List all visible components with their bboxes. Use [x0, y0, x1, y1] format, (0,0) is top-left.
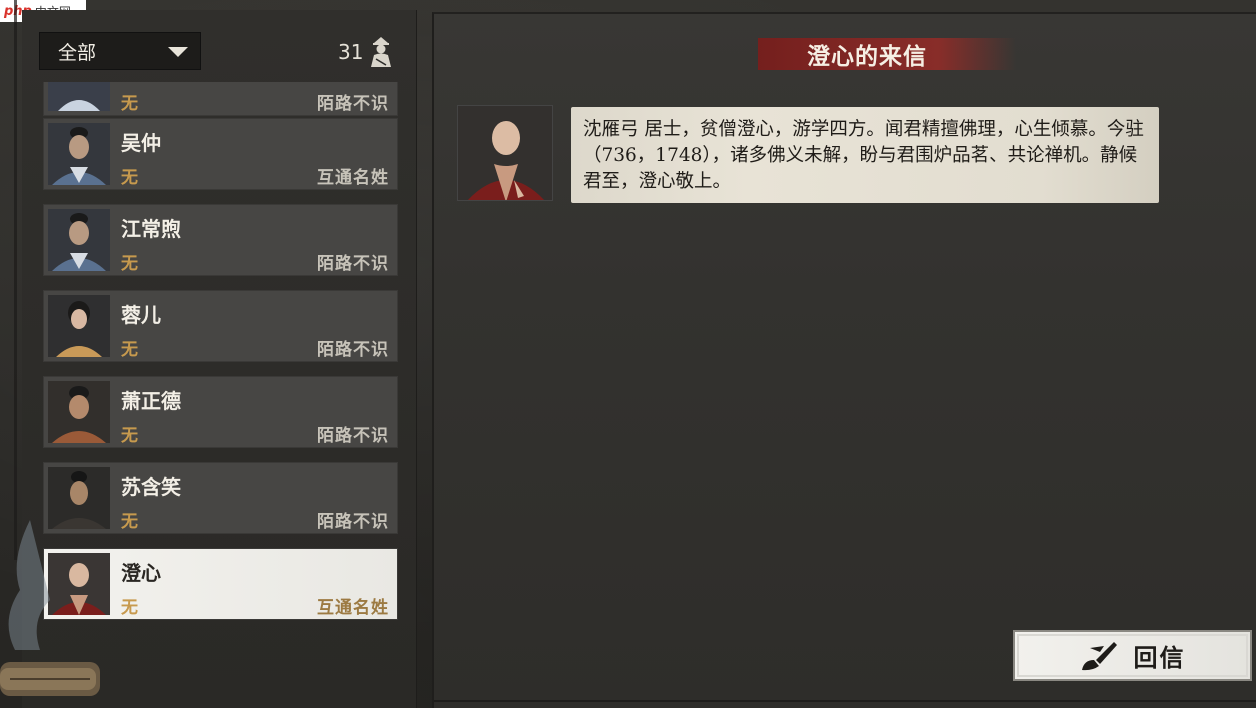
chevron-down-icon [168, 47, 188, 57]
contact-list[interactable]: 无 陌路不识 吴仲 无 互通名姓 江常煦 无 陌路不识 蓉儿 无 陌路不识 萧正… [43, 82, 398, 632]
contact-relation: 陌路不识 [317, 512, 389, 532]
filter-selected-label: 全部 [58, 41, 97, 64]
contact-item[interactable]: 萧正德 无 陌路不识 [43, 376, 398, 448]
contact-name: 苏含笑 [121, 475, 181, 499]
sender-avatar [457, 105, 553, 201]
contact-name: 澄心 [121, 561, 161, 585]
reply-button[interactable]: 回信 [1013, 630, 1252, 681]
contact-sect: 无 [121, 168, 138, 188]
contact-sect: 无 [121, 598, 138, 618]
contact-sect: 无 [121, 426, 138, 446]
contact-sect: 无 [121, 340, 138, 360]
contact-name: 萧正德 [121, 389, 181, 413]
contact-name: 江常煦 [121, 217, 181, 241]
contact-relation: 陌路不识 [317, 340, 389, 360]
left-edge-divider [14, 0, 17, 560]
friend-count: 31 [338, 40, 364, 64]
contact-relation: 陌路不识 [317, 94, 389, 114]
filter-dropdown[interactable]: 全部 [39, 32, 201, 70]
letter-text: 沈雁弓 居士，贫僧澄心，游学四方。闻君精擅佛理，心生倾慕。今驻（736，1748… [583, 119, 1144, 192]
letter-body: 沈雁弓 居士，贫僧澄心，游学四方。闻君精擅佛理，心生倾慕。今驻（736，1748… [571, 107, 1159, 203]
scroll-decoration [0, 662, 100, 696]
contact-avatar [48, 209, 110, 271]
contact-avatar [48, 295, 110, 357]
person-icon [371, 37, 391, 67]
panel-bottom-border [434, 700, 1256, 702]
contact-avatar [48, 82, 110, 111]
brush-icon [1081, 641, 1117, 670]
contact-item[interactable]: 蓉儿 无 陌路不识 [43, 290, 398, 362]
contact-relation: 陌路不识 [317, 426, 389, 446]
contact-relation: 陌路不识 [317, 254, 389, 274]
contact-name: 吴仲 [121, 131, 161, 155]
letter-title: 澄心的来信 [807, 43, 927, 70]
reply-button-label: 回信 [1133, 643, 1186, 672]
letter-title-banner: 澄心的来信 [758, 38, 1016, 70]
contact-relation: 互通名姓 [317, 168, 389, 188]
contact-item[interactable]: 无 陌路不识 [43, 82, 398, 116]
contact-relation: 互通名姓 [317, 598, 389, 618]
contact-item[interactable]: 苏含笑 无 陌路不识 [43, 462, 398, 534]
contact-avatar [48, 381, 110, 443]
contact-sect: 无 [121, 512, 138, 532]
contact-sect: 无 [121, 94, 138, 114]
contact-name: 蓉儿 [121, 303, 161, 327]
ink-decoration [8, 520, 51, 650]
contact-item[interactable]: 江常煦 无 陌路不识 [43, 204, 398, 276]
contact-avatar [48, 123, 110, 185]
contact-item[interactable]: 吴仲 无 互通名姓 [43, 118, 398, 190]
contact-item-selected[interactable]: 澄心 无 互通名姓 [43, 548, 398, 620]
contact-sect: 无 [121, 254, 138, 274]
